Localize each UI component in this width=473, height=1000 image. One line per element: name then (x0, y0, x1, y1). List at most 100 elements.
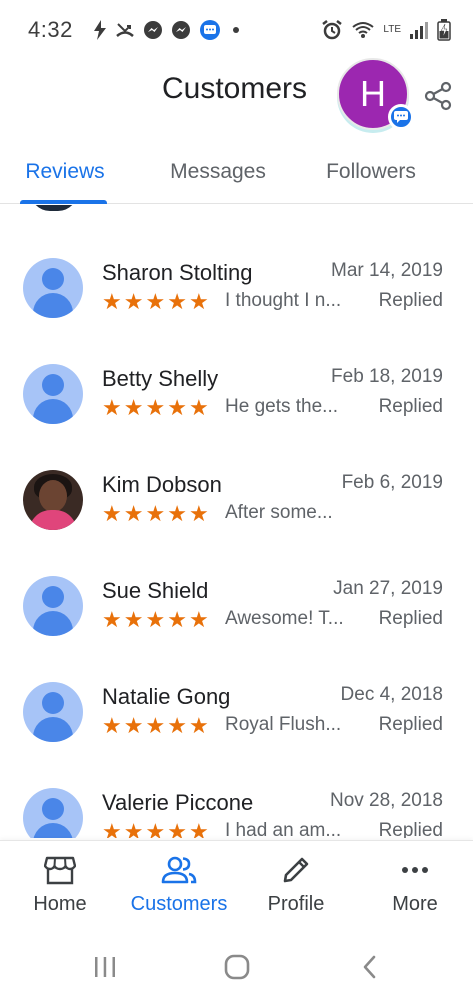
star-icon: ★ (123, 395, 144, 420)
wifi-icon (352, 22, 375, 38)
star-icon: ★ (167, 395, 187, 420)
review-date: Dec 4, 2018 (340, 684, 443, 705)
star-icon: ★ (123, 713, 144, 738)
star-icon: ★ (167, 607, 187, 632)
star-icon: ★ (145, 395, 166, 420)
back-button[interactable] (350, 952, 390, 982)
battery-charging-icon (437, 19, 451, 41)
status-left: 4:32 (28, 17, 243, 43)
star-icon: ★ (145, 289, 166, 314)
chat-bubble-icon (199, 20, 220, 40)
star-icon: ★ (123, 501, 144, 526)
reviewer-avatar-icon (23, 682, 83, 742)
status-right: LTE (321, 19, 451, 41)
chat-badge-icon (388, 104, 414, 130)
nav-home[interactable]: Home (28, 855, 92, 925)
notification-icons (93, 19, 243, 41)
nav-more[interactable]: More (384, 855, 446, 925)
star-icon: ★ (123, 289, 144, 314)
reply-status: Replied (378, 714, 443, 735)
star-icon: ★ (102, 289, 122, 314)
review-item[interactable]: Kim Dobson Feb 6, 2019 ★ ★ ★ ★ ★ After some.… (0, 470, 473, 576)
star-icon: ★ (188, 501, 209, 526)
star-icon: ★ (167, 501, 187, 526)
review-item[interactable]: Sue Shield Jan 27, 2019 ★ ★ ★ ★ ★ Awesome! T… (0, 576, 473, 682)
status-bar: 4:32 LTE (0, 0, 473, 60)
review-snippet: I had an am... (225, 820, 342, 838)
star-icon: ★ (102, 607, 122, 632)
nav-profile-label: Profile (267, 893, 325, 915)
star-icon: ★ (188, 395, 209, 420)
nav-home-label: Home (33, 893, 87, 915)
review-item[interactable]: Betty Shelly Feb 18, 2019 ★ ★ ★ ★ ★ He gets … (0, 364, 473, 470)
review-date: Feb 6, 2019 (341, 472, 443, 493)
star-icon: ★ (102, 395, 122, 420)
storefront-icon (44, 856, 76, 885)
star-icon: ★ (188, 289, 209, 314)
tab-followers-label: Followers (326, 160, 416, 183)
tab-reviews-label: Reviews (25, 160, 105, 183)
review-date: Jan 27, 2019 (333, 578, 443, 599)
star-icon: ★ (145, 819, 166, 838)
review-snippet: After some... (225, 502, 333, 523)
review-list[interactable]: Sharon Stolting Mar 14, 2019 ★ ★ ★ ★ ★ I tho… (0, 205, 473, 838)
reviewer-avatar-icon (23, 788, 83, 838)
nav-customers[interactable]: Customers (124, 855, 234, 925)
reviewer-photo (23, 470, 83, 530)
share-icon (424, 81, 452, 111)
network-type-label: LTE (383, 24, 401, 35)
star-icon: ★ (102, 713, 122, 738)
recent-apps-icon (95, 957, 115, 977)
star-icon: ★ (145, 607, 166, 632)
review-item[interactable]: Valerie Piccone Nov 28, 2018 ★ ★ ★ ★ ★ I had… (0, 788, 473, 838)
tab-messages[interactable]: Messages (160, 140, 276, 204)
app-header: Customers H (0, 58, 473, 138)
review-item[interactable]: Sharon Stolting Mar 14, 2019 ★ ★ ★ ★ ★ I tho… (0, 258, 473, 364)
share-button[interactable] (420, 78, 456, 114)
review-snippet: He gets the... (225, 396, 339, 417)
star-icon: ★ (188, 713, 209, 738)
review-date: Mar 14, 2019 (331, 260, 443, 281)
review-date: Nov 28, 2018 (329, 790, 443, 811)
tab-reviews[interactable]: Reviews (20, 140, 110, 204)
reply-status: Replied (378, 396, 443, 417)
review-item[interactable]: Natalie Gong Dec 4, 2018 ★ ★ ★ ★ ★ Royal Flu… (0, 682, 473, 788)
tab-messages-label: Messages (170, 160, 266, 183)
back-chevron-icon (363, 955, 376, 979)
star-rating: ★ ★ ★ ★ ★ (102, 288, 209, 316)
star-icon: ★ (188, 607, 209, 632)
nav-profile[interactable]: Profile (262, 855, 330, 925)
reply-status: Replied (378, 820, 443, 838)
account-avatar[interactable]: H (337, 58, 414, 132)
star-icon: ★ (145, 713, 166, 738)
star-rating: ★ ★ ★ ★ ★ (102, 500, 209, 528)
reviewer-name: Valerie Piccone (102, 790, 254, 815)
people-icon (161, 856, 197, 884)
dot-icon (232, 27, 239, 33)
reviewer-avatar-icon (23, 258, 83, 318)
alarm-icon (322, 20, 343, 40)
reviewer-name: Kim Dobson (102, 472, 222, 497)
recent-apps-button[interactable] (85, 952, 125, 982)
reviewer-avatar-icon (23, 364, 83, 424)
tab-followers[interactable]: Followers (318, 140, 424, 204)
messenger-icon-2 (171, 21, 190, 39)
status-time: 4:32 (28, 17, 73, 42)
star-icon: ★ (102, 819, 122, 838)
reply-status: Replied (378, 608, 443, 629)
home-button[interactable] (217, 952, 257, 982)
star-rating: ★ ★ ★ ★ ★ (102, 606, 209, 634)
tab-active-indicator (20, 200, 107, 204)
tab-bar: Reviews Messages Followers (0, 140, 473, 204)
star-icon: ★ (167, 713, 187, 738)
star-icon: ★ (123, 607, 144, 632)
page-title: Customers (162, 72, 308, 105)
pencil-icon (283, 857, 309, 883)
missed-call-icon (116, 23, 134, 37)
reviewer-name: Betty Shelly (102, 366, 219, 391)
star-icon: ★ (167, 289, 187, 314)
star-icon: ★ (145, 501, 166, 526)
bottom-navigation: Home Customers Profile More (0, 840, 473, 932)
review-snippet: Royal Flush... (225, 714, 342, 735)
reply-status: Replied (378, 290, 443, 311)
